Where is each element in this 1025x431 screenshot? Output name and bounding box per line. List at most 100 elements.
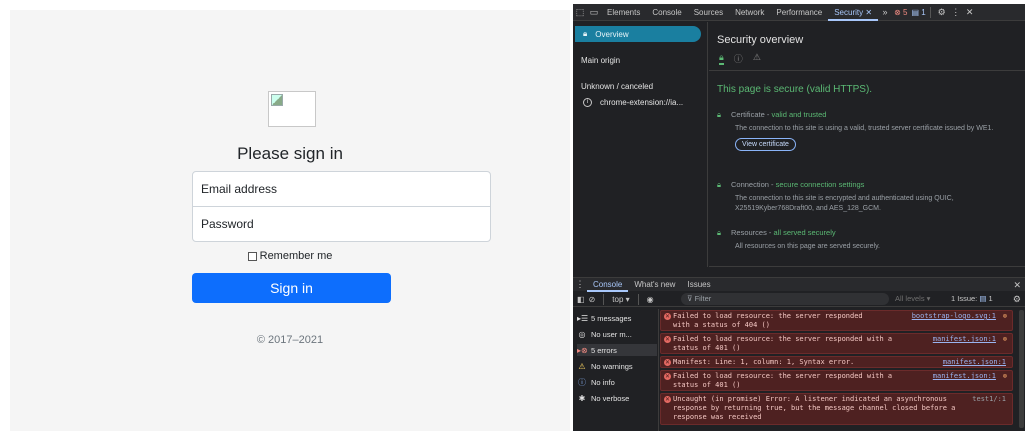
security-sidebar: 🔒︎ Overview Main origin Unknown / cancel…: [573, 22, 708, 267]
list-icon: ▸☰: [577, 313, 589, 323]
view-certificate-button[interactable]: View certificate: [735, 138, 796, 151]
sidebar-item-extension[interactable]: i chrome-extension://ia...: [583, 98, 683, 107]
console-message[interactable]: ✕ Uncaught (in promise) Error: A listene…: [660, 393, 1013, 425]
sidebar-heading-unknown: Unknown / canceled: [581, 82, 654, 91]
remember-me[interactable]: Remember me: [10, 250, 570, 262]
certificate-label: Certificate -: [731, 110, 772, 119]
settings-gear-icon[interactable]: ⚙: [935, 4, 949, 21]
drawer-tab-console[interactable]: Console: [587, 278, 629, 292]
inspect-icon[interactable]: ⬚: [573, 4, 587, 21]
sidebar-item-user-messages[interactable]: ◎ No user m...: [577, 328, 632, 340]
recorder-icon[interactable]: ⊛: [1003, 312, 1007, 321]
live-expression-eye-icon[interactable]: ◉: [647, 295, 654, 304]
sidebar-item-overview[interactable]: 🔒︎ Overview: [575, 26, 701, 42]
log-levels-dropdown[interactable]: All levels ▾: [895, 293, 930, 305]
tab-console[interactable]: Console: [646, 4, 687, 21]
more-tabs-icon[interactable]: »: [878, 4, 892, 21]
console-settings-gear-icon[interactable]: ⚙: [1013, 293, 1021, 305]
info-icon: ⓘ: [578, 377, 586, 387]
divider: [603, 293, 605, 305]
tab-security[interactable]: Security ✕: [828, 4, 879, 21]
message-count-badge[interactable]: ▤ 1: [911, 8, 925, 17]
close-drawer-icon[interactable]: ✕: [1013, 278, 1021, 292]
recorder-icon[interactable]: ⊛: [1003, 372, 1007, 381]
source-link[interactable]: bootstrap-logo.svg:1: [912, 312, 996, 321]
console-message[interactable]: ✕ Failed to load resource: the server re…: [660, 333, 1013, 354]
device-toggle-icon[interactable]: ▭: [587, 4, 601, 21]
source-link[interactable]: test1/:1: [972, 395, 1006, 404]
info-circle-icon: ⓘ: [733, 54, 743, 64]
tab-sources[interactable]: Sources: [688, 4, 729, 21]
certificate-status: valid and trusted: [771, 110, 827, 119]
filter-funnel-icon: ⊽: [687, 294, 693, 303]
tab-performance[interactable]: Performance: [770, 4, 828, 21]
error-icon: ⊗: [894, 7, 901, 17]
password-field[interactable]: Password: [192, 206, 491, 242]
certificate-section: 🔒︎ Certificate - valid and trusted The co…: [717, 110, 1020, 151]
page-title: Please sign in: [237, 144, 343, 163]
sidebar-toggle-icon[interactable]: ◧: [577, 295, 585, 304]
context-selector[interactable]: top ▾: [612, 295, 629, 304]
source-link[interactable]: manifest.json:1: [943, 358, 1006, 367]
sign-in-button[interactable]: Sign in: [192, 273, 391, 303]
lock-icon: 🔒︎: [583, 29, 588, 38]
divider: [929, 6, 931, 18]
message-text: Failed to load resource: the server resp…: [673, 312, 863, 329]
message-text: Failed to load resource: the server resp…: [673, 372, 893, 389]
source-link[interactable]: manifest.json:1: [933, 335, 996, 344]
connection-desc: The connection to this site is encrypted…: [735, 195, 954, 212]
tab-network[interactable]: Network: [729, 4, 770, 21]
sidebar-item-errors[interactable]: ▸⊗ 5 errors: [577, 344, 657, 356]
message-text: Failed to load resource: the server resp…: [673, 335, 893, 352]
tab-security-label: Security: [834, 7, 864, 17]
remember-checkbox[interactable]: [247, 251, 257, 261]
sidebar-item-label: No verbose: [591, 393, 630, 403]
sidebar-item-label: chrome-extension://ia...: [600, 98, 684, 107]
console-toolbar: ◧ ⊘ top ▾ ◉ ⊽ Filter All levels ▾ 1 Issu…: [573, 292, 1025, 307]
console-scrollbar[interactable]: [1019, 310, 1024, 428]
message-text: Uncaught (in promise) Error: A listener …: [673, 395, 956, 421]
error-count: 5: [903, 7, 908, 17]
divider: [709, 70, 1025, 71]
resources-status: all served securely: [773, 228, 836, 237]
message-icon: ▤: [979, 294, 987, 303]
filter-input[interactable]: ⊽ Filter: [681, 293, 889, 305]
console-message[interactable]: ✕ Failed to load resource: the server re…: [660, 370, 1013, 391]
error-count-badge[interactable]: ⊗ 5: [894, 8, 907, 17]
drawer-tab-whats-new[interactable]: What's new: [628, 278, 681, 292]
sidebar-item-label: No warnings: [591, 361, 633, 371]
close-devtools-icon[interactable]: ✕: [963, 4, 977, 21]
clear-console-icon[interactable]: ⊘: [589, 295, 596, 304]
error-icon: ✕: [664, 336, 671, 343]
sidebar-item-warnings[interactable]: ⚠ No warnings: [577, 360, 633, 372]
source-link[interactable]: manifest.json:1: [933, 372, 996, 381]
issues-button[interactable]: 1 Issue: ▤ 1: [951, 293, 993, 305]
error-icon: ✕: [664, 373, 671, 380]
sidebar-item-label: Overview: [595, 29, 629, 39]
drawer-tabbar: ⋮ Console What's new Issues ✕: [573, 276, 1025, 293]
secure-summary: This page is secure (valid HTTPS).: [717, 84, 873, 95]
email-field[interactable]: Email address: [192, 171, 491, 207]
close-tab-icon[interactable]: ✕: [865, 8, 872, 17]
sidebar-heading-main-origin: Main origin: [581, 56, 621, 65]
kebab-menu-icon[interactable]: ⋮: [949, 4, 963, 21]
console-message[interactable]: ✕ Manifest: Line: 1, column: 1, Syntax e…: [660, 356, 1013, 368]
console-message[interactable]: ✕ Failed to load resource: the server re…: [660, 310, 1013, 331]
recorder-icon[interactable]: ⊛: [1003, 335, 1007, 344]
divider: [637, 293, 639, 305]
message-count: 1: [921, 7, 926, 17]
drawer-tab-issues[interactable]: Issues: [681, 278, 716, 292]
certificate-desc: The connection to this site is using a v…: [735, 125, 994, 132]
resources-desc: All resources on this page are served se…: [735, 243, 880, 250]
security-state-icons: 🔒︎ ⓘ ⚠: [719, 52, 761, 65]
console-messages: ✕ Failed to load resource: the server re…: [660, 310, 1019, 431]
sidebar-item-messages[interactable]: ▸☰ 5 messages: [577, 312, 631, 324]
sidebar-item-info[interactable]: ⓘ No info: [577, 376, 615, 388]
drawer-menu-icon[interactable]: ⋮: [573, 276, 587, 293]
warning-triangle-icon: ⚠: [752, 52, 761, 62]
error-icon: ▸⊗: [577, 345, 588, 355]
bug-icon: ✱: [578, 393, 586, 403]
sidebar-item-verbose[interactable]: ✱ No verbose: [577, 392, 630, 404]
lock-icon: 🔒︎: [717, 228, 721, 237]
tab-elements[interactable]: Elements: [601, 4, 646, 21]
